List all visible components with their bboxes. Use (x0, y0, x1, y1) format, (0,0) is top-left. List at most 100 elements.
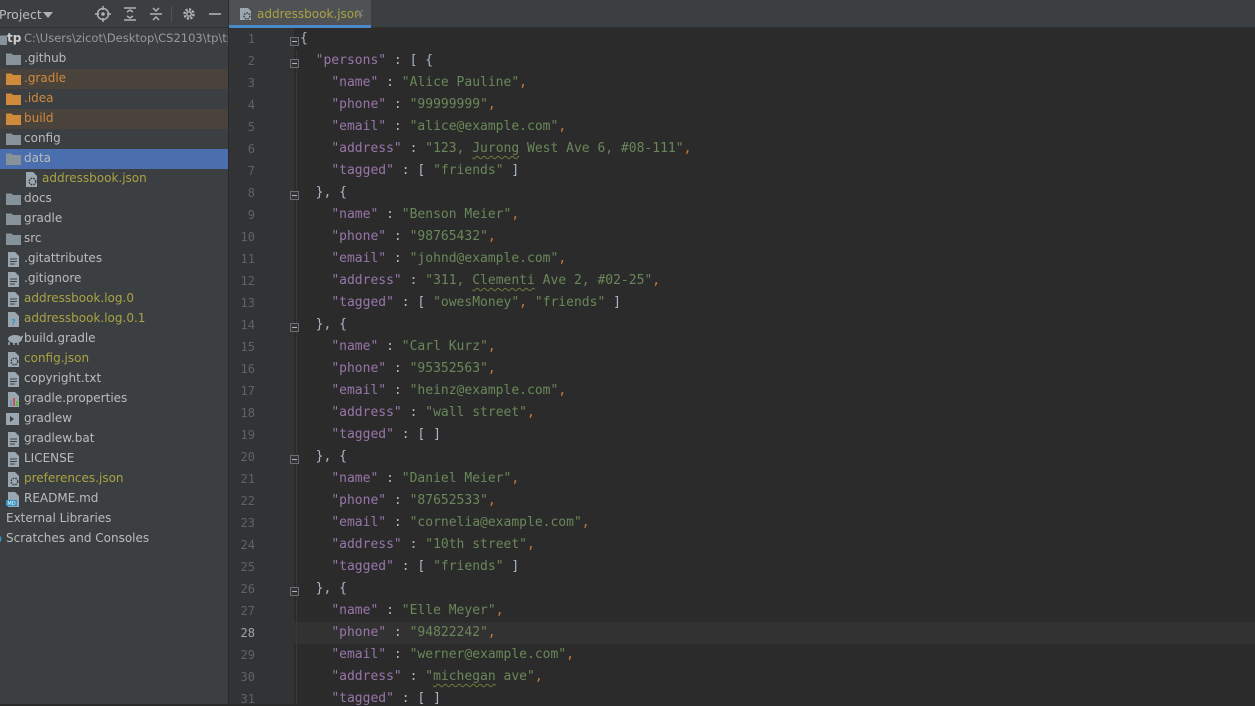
code-line[interactable]: "tagged" : [ "friends" ] (300, 163, 519, 178)
line-number[interactable]: 6 (229, 142, 255, 156)
line-number[interactable]: 24 (229, 538, 255, 552)
tree-item-build-gradle[interactable]: build.gradle (0, 329, 228, 349)
code-line[interactable]: "persons" : [ { (300, 53, 433, 68)
collapse-all-icon[interactable] (148, 6, 164, 22)
code-line[interactable]: "name" : "Elle Meyer", (300, 603, 503, 618)
tree-item-gradle-properties[interactable]: gradle.properties (0, 389, 228, 409)
close-icon[interactable]: × (355, 6, 365, 20)
fold-icon[interactable] (290, 453, 299, 464)
fold-icon[interactable] (290, 35, 299, 46)
line-number[interactable]: 21 (229, 472, 255, 486)
fold-icon[interactable] (290, 57, 299, 68)
tree-item-external-libraries[interactable]: External Libraries (0, 509, 228, 529)
line-number[interactable]: 16 (229, 362, 255, 376)
chevron-down-icon[interactable] (43, 12, 53, 18)
line-number[interactable]: 15 (229, 340, 255, 354)
tree-item-gitattributes[interactable]: .gitattributes (0, 249, 228, 269)
code-line[interactable]: }, { (300, 449, 347, 464)
code-line[interactable]: "phone" : "99999999", (300, 97, 495, 112)
fold-icon[interactable] (290, 585, 299, 596)
project-root-row[interactable]: tp C:\Users\zicot\Desktop\CS2103\tp\tp (0, 29, 228, 49)
line-number[interactable]: 12 (229, 274, 255, 288)
line-number[interactable]: 28 (229, 626, 255, 640)
code-line[interactable]: "address" : "311, Clementi Ave 2, #02-25… (300, 273, 660, 288)
tree-item-gitignore[interactable]: .gitignore (0, 269, 228, 289)
code-line[interactable]: }, { (300, 581, 347, 596)
tree-item-gradlew[interactable]: gradlew (0, 409, 228, 429)
code-line[interactable]: "name" : "Daniel Meier", (300, 471, 519, 486)
line-number[interactable]: 13 (229, 296, 255, 310)
tab-addressbook-json[interactable]: addressbook.json × (229, 0, 371, 28)
code-line[interactable]: "address" : "michegan ave", (300, 669, 542, 684)
line-number[interactable]: 2 (229, 54, 255, 68)
code-line[interactable]: }, { (300, 185, 347, 200)
code-line[interactable]: "name" : "Carl Kurz", (300, 339, 495, 354)
line-number[interactable]: 1 (229, 32, 255, 46)
line-number[interactable]: 25 (229, 560, 255, 574)
line-number[interactable]: 8 (229, 186, 255, 200)
line-number[interactable]: 17 (229, 384, 255, 398)
tree-item-addressbook-log-0[interactable]: addressbook.log.0 (0, 289, 228, 309)
code-line[interactable]: "address" : "wall street", (300, 405, 535, 420)
project-view-selector[interactable]: Project (0, 7, 42, 22)
gear-icon[interactable] (181, 6, 197, 22)
tree-item-config[interactable]: config (0, 129, 228, 149)
line-number[interactable]: 30 (229, 670, 255, 684)
line-number[interactable]: 22 (229, 494, 255, 508)
code-line[interactable]: "phone" : "95352563", (300, 361, 495, 376)
fold-icon[interactable] (290, 321, 299, 332)
tree-item-src[interactable]: src (0, 229, 228, 249)
line-number[interactable]: 26 (229, 582, 255, 596)
code-line[interactable]: { (300, 31, 308, 46)
line-number[interactable]: 27 (229, 604, 255, 618)
locate-file-icon[interactable] (95, 6, 111, 22)
line-number[interactable]: 9 (229, 208, 255, 222)
code-line[interactable]: "phone" : "87652533", (300, 493, 495, 508)
line-number[interactable]: 7 (229, 164, 255, 178)
code-line[interactable]: "name" : "Alice Pauline", (300, 75, 527, 90)
code-line[interactable]: "email" : "alice@example.com", (300, 119, 566, 134)
code-line[interactable]: "email" : "johnd@example.com", (300, 251, 566, 266)
tree-item-gradle[interactable]: .gradle (0, 69, 228, 89)
code-line[interactable]: "tagged" : [ ] (300, 427, 441, 442)
line-number[interactable]: 29 (229, 648, 255, 662)
tree-item-gradle[interactable]: gradle (0, 209, 228, 229)
line-number[interactable]: 23 (229, 516, 255, 530)
code-line[interactable]: }, { (300, 317, 347, 332)
tree-item-preferences-json[interactable]: preferences.json (0, 469, 228, 489)
tree-item-scratches-and-consoles[interactable]: Scratches and Consoles (0, 529, 228, 549)
line-number[interactable]: 10 (229, 230, 255, 244)
code-line[interactable]: "phone" : "98765432", (300, 229, 495, 244)
code-line[interactable]: "address" : "10th street", (300, 537, 535, 552)
tree-item-docs[interactable]: docs (0, 189, 228, 209)
code-line[interactable]: "tagged" : [ "friends" ] (300, 559, 519, 574)
tree-item-idea[interactable]: .idea (0, 89, 228, 109)
code-line[interactable]: "email" : "werner@example.com", (300, 647, 574, 662)
tree-item-addressbook-json[interactable]: addressbook.json (0, 169, 228, 189)
code-line[interactable]: "email" : "cornelia@example.com", (300, 515, 589, 530)
line-number[interactable]: 5 (229, 120, 255, 134)
line-number[interactable]: 18 (229, 406, 255, 420)
line-number[interactable]: 11 (229, 252, 255, 266)
line-number[interactable]: 19 (229, 428, 255, 442)
minimize-icon[interactable] (207, 6, 223, 22)
line-number[interactable]: 4 (229, 98, 255, 112)
code-line[interactable]: "phone" : "94822242", (300, 625, 495, 640)
code-line[interactable]: "name" : "Benson Meier", (300, 207, 519, 222)
expand-all-icon[interactable] (122, 6, 138, 22)
line-number[interactable]: 14 (229, 318, 255, 332)
tree-item-addressbook-log-0-1[interactable]: ? addressbook.log.0.1 (0, 309, 228, 329)
code-line[interactable]: "email" : "heinz@example.com", (300, 383, 566, 398)
code-line[interactable]: "tagged" : [ "owesMoney", "friends" ] (300, 295, 621, 310)
line-number[interactable]: 20 (229, 450, 255, 464)
tree-item-config-json[interactable]: config.json (0, 349, 228, 369)
line-number[interactable]: 3 (229, 76, 255, 90)
tree-item-github[interactable]: .github (0, 49, 228, 69)
tree-item-build[interactable]: build (0, 109, 228, 129)
tree-item-copyright-txt[interactable]: copyright.txt (0, 369, 228, 389)
tree-item-license[interactable]: LICENSE (0, 449, 228, 469)
tree-item-gradlew-bat[interactable]: gradlew.bat (0, 429, 228, 449)
tree-item-readme-md[interactable]: MD README.md (0, 489, 228, 509)
code-line[interactable]: "address" : "123, Jurong West Ave 6, #08… (300, 141, 691, 156)
tree-item-data[interactable]: data (0, 149, 228, 169)
